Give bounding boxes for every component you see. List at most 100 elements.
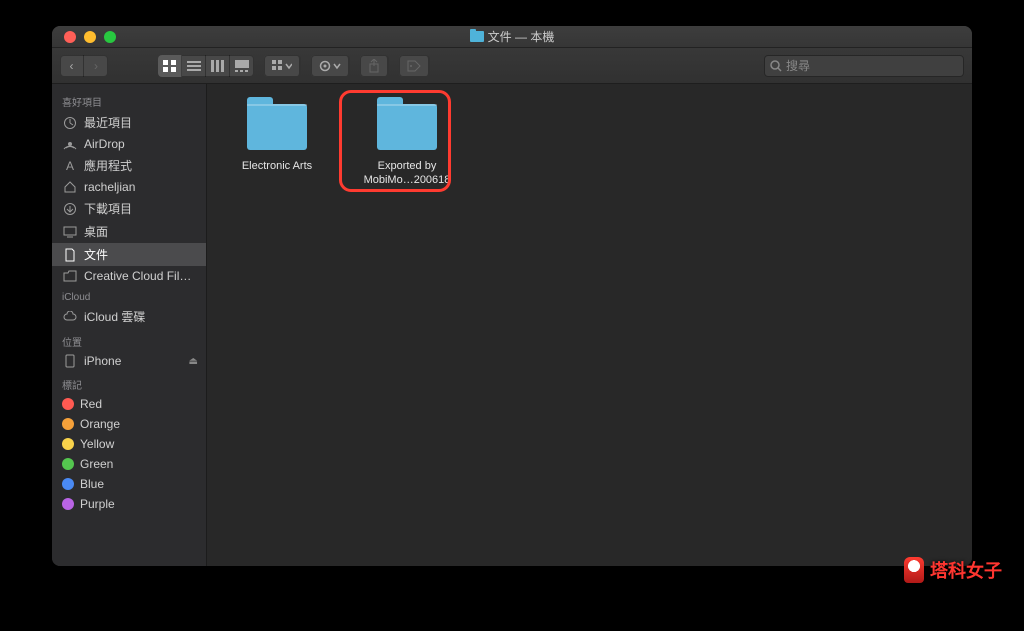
documents-icon bbox=[62, 248, 78, 262]
back-button[interactable]: ‹ bbox=[60, 55, 84, 77]
tag-dot-purple bbox=[62, 498, 74, 510]
window-title: 文件 — 本機 bbox=[470, 28, 555, 45]
sidebar-tag-blue[interactable]: Blue bbox=[52, 474, 206, 494]
toolbar: ‹ › bbox=[52, 48, 972, 84]
sidebar-item-label: AirDrop bbox=[84, 137, 125, 151]
airdrop-icon bbox=[62, 137, 78, 151]
minimize-button[interactable] bbox=[84, 31, 96, 43]
sidebar-item-label: Orange bbox=[80, 417, 120, 431]
phone-icon bbox=[62, 354, 78, 368]
desktop-icon bbox=[62, 225, 78, 239]
home-icon bbox=[62, 180, 78, 194]
sidebar-item-label: iCloud 雲碟 bbox=[84, 308, 145, 325]
sidebar-item-icloud-drive[interactable]: iCloud 雲碟 bbox=[52, 305, 206, 328]
sidebar-item-label: 應用程式 bbox=[84, 157, 132, 174]
folder-electronic-arts[interactable]: Electronic Arts bbox=[227, 104, 327, 188]
sidebar-item-label: Yellow bbox=[80, 437, 114, 451]
title-folder-icon bbox=[470, 31, 484, 42]
folder-label: Electronic Arts bbox=[227, 160, 327, 174]
columns-icon bbox=[211, 60, 225, 72]
svg-text:A: A bbox=[66, 159, 74, 173]
gallery-icon bbox=[235, 60, 249, 72]
arrange-icon bbox=[272, 60, 292, 72]
cloud-icon bbox=[62, 310, 78, 324]
finder-window: 文件 — 本機 ‹ › bbox=[52, 26, 972, 566]
sidebar-item-label: Creative Cloud Fil… bbox=[84, 269, 191, 283]
sidebar-item-label: racheljian bbox=[84, 180, 135, 194]
folder-label: Exported by MobiMo…200618 bbox=[357, 160, 457, 188]
gear-icon bbox=[319, 60, 341, 72]
sidebar-tag-yellow[interactable]: Yellow bbox=[52, 434, 206, 454]
sidebar-group-icloud: iCloud bbox=[52, 286, 206, 305]
sidebar-item-label: Purple bbox=[80, 497, 115, 511]
tag-icon bbox=[407, 60, 421, 72]
watermark: 塔科女子 bbox=[904, 557, 1002, 583]
eject-icon[interactable]: ⏏ bbox=[189, 356, 198, 367]
sidebar-item-iphone[interactable]: iPhone ⏏ bbox=[52, 351, 206, 371]
sidebar-item-label: Blue bbox=[80, 477, 104, 491]
search-icon bbox=[770, 60, 782, 72]
tags-button[interactable] bbox=[399, 55, 430, 77]
sidebar-item-label: 文件 bbox=[84, 246, 108, 263]
sidebar-item-label: 桌面 bbox=[84, 223, 108, 240]
apps-icon: A bbox=[62, 159, 78, 173]
view-list-button[interactable] bbox=[182, 55, 206, 77]
chevron-left-icon: ‹ bbox=[70, 59, 74, 73]
traffic-lights bbox=[64, 31, 116, 43]
folder-icon bbox=[247, 104, 307, 150]
sidebar-item-creative-cloud[interactable]: Creative Cloud Fil… bbox=[52, 266, 206, 286]
share-button[interactable] bbox=[360, 55, 389, 77]
sidebar-item-home[interactable]: racheljian bbox=[52, 177, 206, 197]
sidebar-tag-red[interactable]: Red bbox=[52, 394, 206, 414]
sidebar-item-label: 下載項目 bbox=[84, 200, 132, 217]
view-column-button[interactable] bbox=[206, 55, 230, 77]
folder-exported-by-mobimo[interactable]: Exported by MobiMo…200618 bbox=[357, 104, 457, 188]
tag-dot-blue bbox=[62, 478, 74, 490]
folder-icon bbox=[62, 269, 78, 283]
grid-icon bbox=[163, 60, 177, 72]
sidebar-group-locations: 位置 bbox=[52, 328, 206, 351]
window-title-text: 文件 — 本機 bbox=[488, 28, 555, 45]
search-input[interactable] bbox=[786, 59, 958, 73]
sidebar-item-documents[interactable]: 文件 bbox=[52, 243, 206, 266]
tag-dot-yellow bbox=[62, 438, 74, 450]
sidebar-group-favorites: 喜好項目 bbox=[52, 88, 206, 111]
forward-button[interactable]: › bbox=[84, 55, 108, 77]
arrange-menu[interactable] bbox=[264, 55, 301, 77]
share-icon bbox=[368, 59, 380, 73]
sidebar: 喜好項目 最近項目 AirDrop A 應用程式 racheljian 下載項目 bbox=[52, 84, 207, 566]
sidebar-tag-orange[interactable]: Orange bbox=[52, 414, 206, 434]
sidebar-group-tags: 標記 bbox=[52, 371, 206, 394]
tag-dot-green bbox=[62, 458, 74, 470]
chevron-right-icon: › bbox=[94, 59, 98, 73]
sidebar-item-recents[interactable]: 最近項目 bbox=[52, 111, 206, 134]
view-gallery-button[interactable] bbox=[230, 55, 254, 77]
folder-grid: Electronic Arts Exported by MobiMo…20061… bbox=[207, 84, 972, 208]
sidebar-item-label: Green bbox=[80, 457, 113, 471]
sidebar-tag-purple[interactable]: Purple bbox=[52, 494, 206, 514]
sidebar-tag-green[interactable]: Green bbox=[52, 454, 206, 474]
sidebar-item-airdrop[interactable]: AirDrop bbox=[52, 134, 206, 154]
content-area[interactable]: Electronic Arts Exported by MobiMo…20061… bbox=[207, 84, 972, 566]
sidebar-item-label: 最近項目 bbox=[84, 114, 132, 131]
recents-icon bbox=[62, 116, 78, 130]
view-icon-button[interactable] bbox=[158, 55, 182, 77]
action-menu[interactable] bbox=[311, 55, 350, 77]
view-mode-group bbox=[158, 55, 254, 77]
sidebar-item-label: Red bbox=[80, 397, 102, 411]
search-field[interactable] bbox=[764, 55, 964, 77]
downloads-icon bbox=[62, 202, 78, 216]
watermark-icon bbox=[904, 557, 924, 583]
folder-icon bbox=[377, 104, 437, 150]
tag-dot-orange bbox=[62, 418, 74, 430]
titlebar: 文件 — 本機 bbox=[52, 26, 972, 48]
maximize-button[interactable] bbox=[104, 31, 116, 43]
watermark-text: 塔科女子 bbox=[930, 557, 1002, 583]
sidebar-item-label: iPhone bbox=[84, 354, 121, 368]
sidebar-item-downloads[interactable]: 下載項目 bbox=[52, 197, 206, 220]
sidebar-item-desktop[interactable]: 桌面 bbox=[52, 220, 206, 243]
nav-buttons: ‹ › bbox=[60, 55, 108, 77]
close-button[interactable] bbox=[64, 31, 76, 43]
list-icon bbox=[187, 60, 201, 72]
sidebar-item-applications[interactable]: A 應用程式 bbox=[52, 154, 206, 177]
